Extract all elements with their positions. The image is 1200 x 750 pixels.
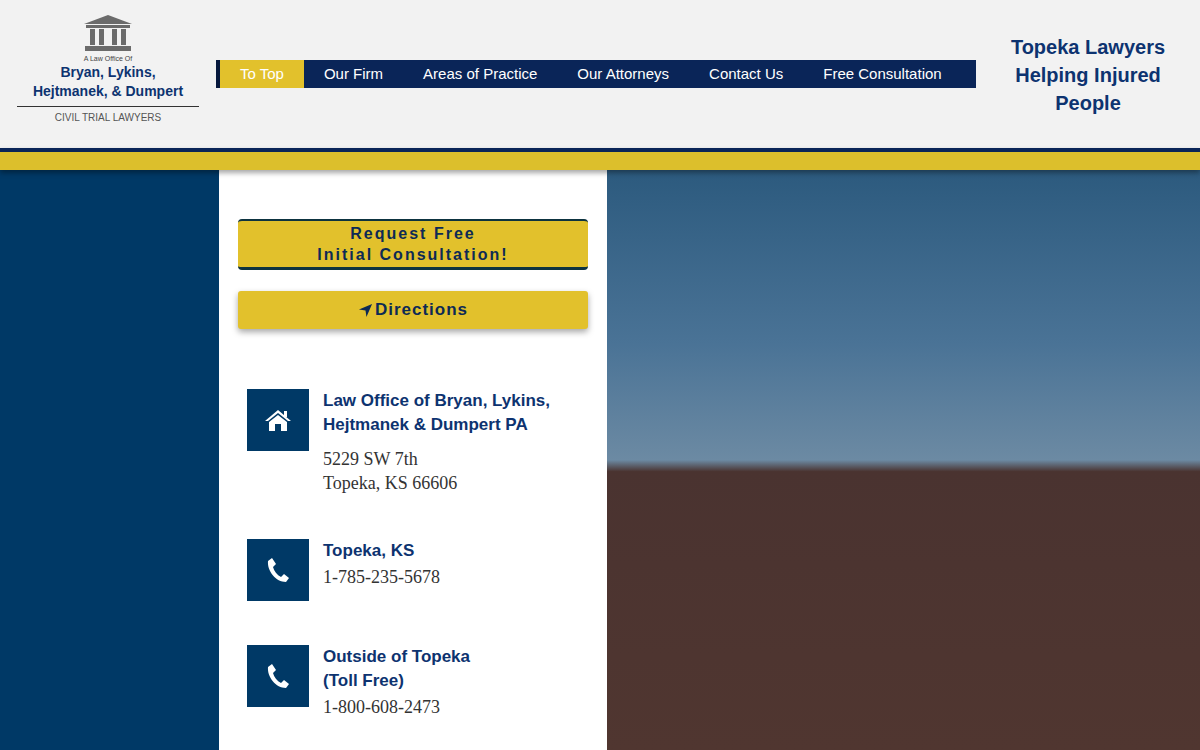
- nav-item[interactable]: Our Attorneys: [557, 60, 689, 88]
- nav-item[interactable]: Free Consultation: [803, 60, 961, 88]
- directions-button[interactable]: Directions: [238, 291, 588, 329]
- contact-detail[interactable]: 1-800-608-2473: [323, 695, 470, 719]
- contact-panel: Request FreeInitial Consultation! Direct…: [219, 170, 607, 750]
- logo-prefix: A Law Office Of: [84, 55, 133, 62]
- page: A Law Office Of Bryan, Lykins,Hejtmanek,…: [0, 0, 1200, 750]
- header: A Law Office Of Bryan, Lykins,Hejtmanek,…: [0, 0, 1200, 148]
- header-tagline: Topeka LawyersHelping InjuredPeople: [976, 0, 1200, 148]
- nav-item[interactable]: To Top: [220, 60, 304, 88]
- contact-title: Law Office of Bryan, Lykins,Hejtmanek & …: [323, 389, 550, 437]
- left-column: [0, 170, 219, 750]
- contact-detail: 5229 SW 7thTopeka, KS 66606: [323, 447, 550, 495]
- nav-item[interactable]: Areas of Practice: [403, 60, 557, 88]
- header-band: [0, 148, 1200, 170]
- contact-item: Law Office of Bryan, Lykins,Hejtmanek & …: [238, 389, 588, 495]
- contact-title: Outside of Topeka(Toll Free): [323, 645, 470, 693]
- logo-rule: [17, 106, 199, 107]
- contact-item: Outside of Topeka(Toll Free) 1-800-608-2…: [238, 645, 588, 719]
- contact-icon-box: [247, 389, 309, 451]
- contact-icon-box: [247, 539, 309, 601]
- consultation-button[interactable]: Request FreeInitial Consultation!: [238, 219, 588, 270]
- contact-title: Topeka, KS: [323, 539, 440, 563]
- phone-icon: [266, 663, 290, 689]
- nav-bar: To TopOur FirmAreas of PracticeOur Attor…: [216, 60, 976, 88]
- logo-tagline: CIVIL TRIAL LAWYERS: [55, 112, 162, 123]
- courthouse-icon: [82, 14, 134, 52]
- contact-icon-box: [247, 645, 309, 707]
- contact-item: Topeka, KS 1-785-235-5678: [238, 539, 588, 601]
- logo[interactable]: A Law Office Of Bryan, Lykins,Hejtmanek,…: [0, 0, 216, 148]
- home-icon: [264, 408, 292, 432]
- nav-item[interactable]: Contact Us: [689, 60, 803, 88]
- nav-item[interactable]: Our Firm: [304, 60, 403, 88]
- location-arrow-icon: [358, 303, 373, 318]
- logo-name: Bryan, Lykins,Hejtmanek, & Dumpert: [33, 63, 183, 101]
- office-photo: [607, 170, 1200, 750]
- content: Request FreeInitial Consultation! Direct…: [0, 170, 1200, 750]
- contact-detail[interactable]: 1-785-235-5678: [323, 565, 440, 589]
- phone-icon: [266, 557, 290, 583]
